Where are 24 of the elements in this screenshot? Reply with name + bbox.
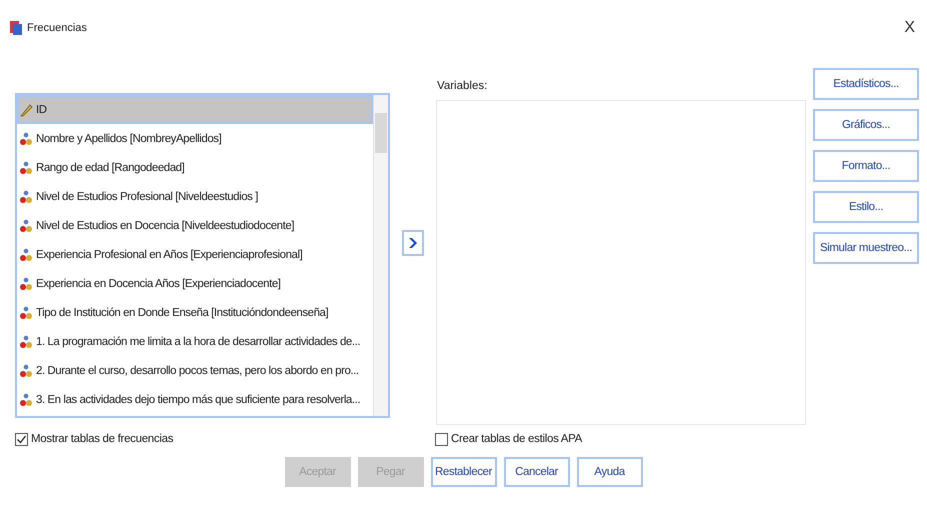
dialog-button[interactable]: Simular muestreo...: [813, 232, 919, 264]
window-title: Frecuencias: [27, 22, 87, 34]
checkbox-label: Crear tablas de estilos APA: [451, 433, 582, 445]
dialog-button[interactable]: Estilo...: [813, 191, 919, 223]
dialog-button[interactable]: Gráficos...: [813, 109, 919, 141]
list-item[interactable]: 3. En las actividades dejo tiempo más que suficiente para resolverla...: [17, 385, 373, 414]
dialog-button[interactable]: Cancelar: [504, 457, 570, 487]
list-item[interactable]: ID: [17, 95, 373, 124]
close-button[interactable]: X: [900, 19, 919, 37]
list-item[interactable]: Nivel de Estudios Profesional [Niveldeestudios ]: [17, 182, 373, 211]
list-item[interactable]: Tipo de Institución en Donde Enseña [Institucióndondeenseña]: [17, 298, 373, 327]
list-item[interactable]: Rango de edad [Rangodeedad]: [17, 153, 373, 182]
variables-label: Variables:: [436, 80, 488, 94]
list-item[interactable]: Nombre y Apellidos [NombreyApellidos]: [17, 124, 373, 153]
dialog-button[interactable]: Formato...: [813, 150, 919, 182]
checkbox-label: Mostrar tablas de frecuencias: [31, 433, 174, 445]
list-item[interactable]: Experiencia Profesional en Años [Experienciaprofesional]: [17, 240, 373, 269]
list-item[interactable]: 2. Durante el curso, desarrollo pocos temas, pero los abordo en pro...: [17, 356, 373, 385]
list-item[interactable]: Nivel de Estudios en Docencia [Niveldeestudiodocente]: [17, 211, 373, 240]
list-item[interactable]: Experiencia en Docencia Años [Experienciadocente]: [17, 269, 373, 298]
dialog-button[interactable]: Restablecer: [430, 457, 496, 487]
dialog-button[interactable]: Ayuda: [576, 457, 642, 487]
list-item[interactable]: 1. La programación me limita a la hora de desarrollar actividades de...: [17, 327, 373, 356]
dialog-button[interactable]: Estadísticos...: [813, 68, 919, 100]
